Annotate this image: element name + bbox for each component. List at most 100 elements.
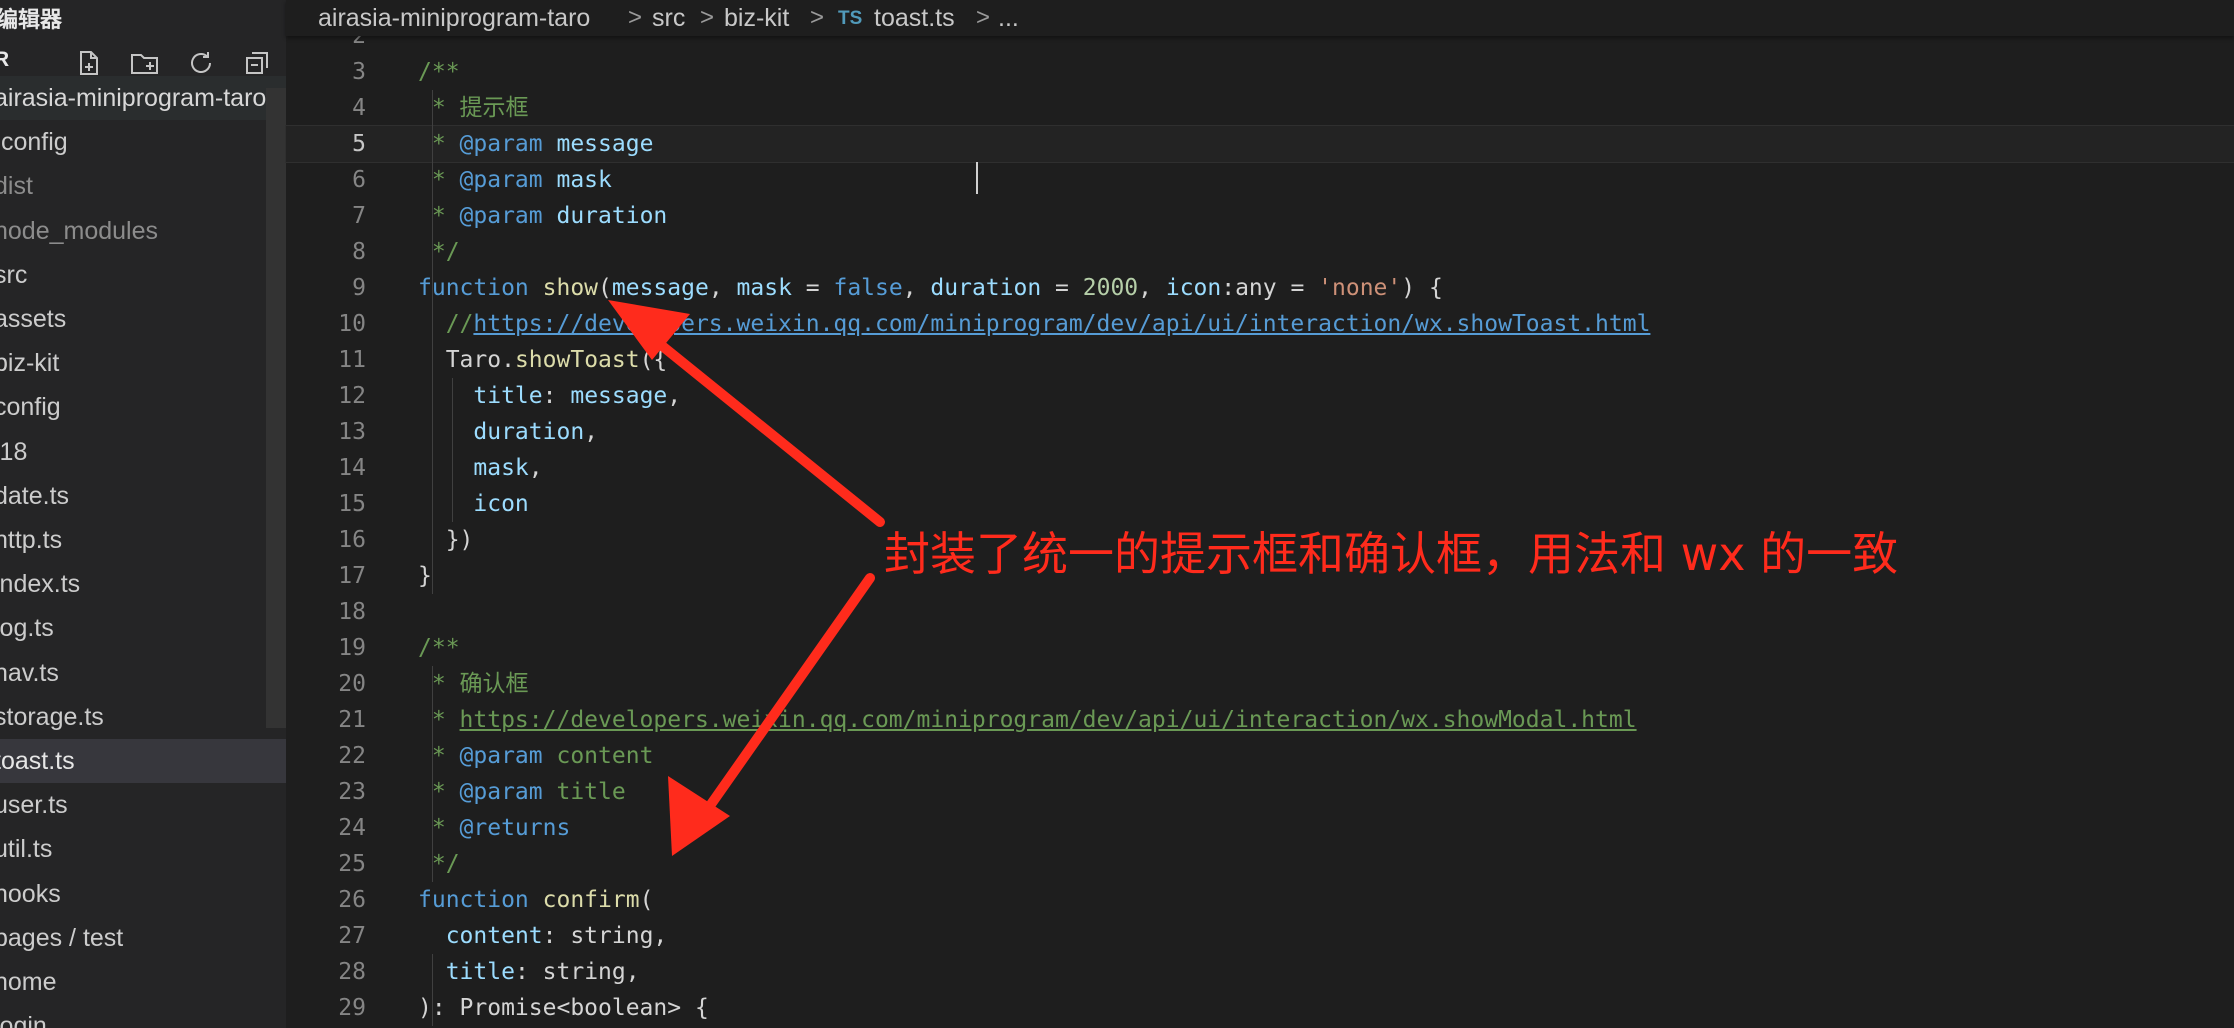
code-line[interactable]: 26 function confirm( (286, 882, 2234, 918)
breadcrumb-item-src[interactable]: src (652, 0, 685, 36)
line-code: * @param mask (418, 167, 612, 193)
line-code: * @param content (418, 743, 654, 769)
line-number: 23 (338, 779, 366, 805)
code-line[interactable]: 5 * @param message (285, 125, 2234, 163)
tree-item-label: user.ts (0, 791, 68, 820)
code-line[interactable]: 24 * @returns (286, 810, 2234, 846)
sidebar-scrollbar[interactable] (266, 88, 286, 728)
line-number: 21 (338, 707, 366, 733)
code-line[interactable]: 21 * https://developers.weixin.qq.com/mi… (286, 702, 2234, 738)
code-line[interactable]: 29): Promise<boolean> { (286, 990, 2234, 1026)
code-line[interactable]: 18 (286, 594, 2234, 630)
breadcrumb-item-symbols[interactable]: ... (998, 0, 1019, 36)
code-line[interactable]: 25 */ (286, 846, 2234, 882)
code-line[interactable]: 6 * @param mask (286, 162, 2234, 198)
refresh-icon[interactable] (184, 46, 218, 80)
tree-item[interactable]: login (0, 1004, 286, 1028)
tree-item[interactable]: user.ts (0, 783, 286, 827)
line-number: 7 (352, 203, 366, 229)
tree-item-label: util.ts (0, 835, 53, 864)
tree-item-label: assets (0, 305, 67, 333)
line-code: content: string, (445, 923, 668, 949)
code-line[interactable]: 23 * @param title (286, 774, 2234, 810)
line-code: * @param message (418, 131, 654, 157)
code-line[interactable]: 16 }) (286, 522, 2234, 558)
code-line[interactable]: 13 duration, (286, 414, 2234, 450)
line-number: 28 (338, 959, 366, 985)
breadcrumb-item-biz-kit[interactable]: biz-kit (724, 0, 789, 36)
tree-item[interactable]: dist (0, 164, 286, 208)
line-number: 15 (338, 491, 366, 517)
line-number: 13 (338, 419, 366, 445)
code-line[interactable]: 3 /** (286, 54, 2234, 90)
line-code: * 确认框 (418, 671, 529, 697)
tree-item[interactable]: src (0, 253, 286, 297)
breadcrumb-separator-icon: > (976, 4, 991, 31)
tree-item[interactable]: home (0, 960, 286, 1004)
tree-item[interactable]: util.ts (0, 827, 286, 871)
tree-item[interactable]: node_modules (0, 209, 286, 253)
collapse-all-icon[interactable] (240, 46, 274, 80)
indent-guide (452, 378, 453, 522)
code-line[interactable]: 19 /** (286, 630, 2234, 666)
code-line[interactable]: 9 function show(message, mask = false, du… (286, 270, 2234, 306)
breadcrumb: airasia-miniprogram-taro > src > biz-kit… (286, 0, 2234, 36)
scrollbar-thumb[interactable] (266, 88, 286, 728)
line-code: Taro.showToast({ (445, 347, 668, 373)
line-code: */ (418, 239, 460, 265)
breadcrumb-item-file[interactable]: toast.ts (874, 0, 955, 36)
line-number: 22 (338, 743, 366, 769)
line-number: 5 (352, 131, 366, 157)
tree-item-label: config (0, 393, 61, 422)
tree-item[interactable]: log.ts (0, 606, 286, 650)
tree-item[interactable]: http.ts (0, 518, 286, 562)
line-number: 16 (338, 527, 366, 553)
tree-item[interactable]: i18 (0, 430, 286, 474)
code-line[interactable]: 8 */ (286, 234, 2234, 270)
code-line[interactable]: 28 title: string, (286, 954, 2234, 990)
breadcrumb-item-root[interactable]: airasia-miniprogram-taro (318, 0, 590, 36)
tree-item[interactable]: hooks (0, 872, 286, 916)
line-number: 19 (338, 635, 366, 661)
tree-item[interactable]: airasia-miniprogram-taro (0, 76, 286, 120)
code-line[interactable]: 22 * @param content (286, 738, 2234, 774)
new-folder-icon[interactable] (128, 46, 162, 80)
tree-item-label: http.ts (0, 526, 63, 554)
code-line[interactable]: 14 mask, (286, 450, 2234, 486)
code-line[interactable]: 20 * 确认框 (286, 666, 2234, 702)
code-line[interactable]: 7 * @param duration (286, 198, 2234, 234)
line-code: function show(message, mask = false, dur… (418, 275, 1443, 301)
code-line[interactable]: 10 //https://developers.weixin.qq.com/mi… (286, 306, 2234, 342)
tree-item-label: index.ts (0, 570, 81, 599)
tree-item[interactable]: assets (0, 297, 286, 341)
tree-item[interactable]: date.ts (0, 474, 286, 518)
line-code: duration, (473, 419, 599, 445)
code-editor[interactable]: 2 3/** 4 * 提示框 5 * @param message 6 * @param… (285, 23, 2234, 1028)
line-code: /** (418, 59, 460, 85)
code-line[interactable]: 4 * 提示框 (286, 90, 2234, 126)
indent-guide (432, 666, 433, 882)
code-line[interactable]: 17} (286, 558, 2234, 594)
tree-item[interactable]: config (0, 385, 286, 429)
indent-guide (432, 270, 433, 594)
code-line[interactable]: 15 icon (286, 486, 2234, 522)
tree-item[interactable]: pages / test (0, 916, 286, 960)
line-number: 29 (338, 995, 366, 1021)
tree-item[interactable]: biz-kit (0, 341, 286, 385)
code-line[interactable]: 11 Taro.showToast({ (286, 342, 2234, 378)
line-code: } (418, 563, 432, 589)
tree-item[interactable]: toast.ts (0, 739, 286, 783)
code-line[interactable]: 12 title: message, (286, 378, 2234, 414)
tree-item-label: i18 (0, 437, 28, 466)
line-code: * @param title (418, 779, 626, 805)
tree-item[interactable]: .config (0, 120, 286, 164)
code-line[interactable]: 27 content: string, (286, 918, 2234, 954)
tree-item[interactable]: index.ts (0, 562, 286, 606)
tree-item[interactable]: nav.ts (0, 651, 286, 695)
sidebar-title: 编辑器 (0, 7, 63, 32)
line-code: //https://developers.weixin.qq.com/minip… (445, 311, 1651, 337)
tree-item[interactable]: storage.ts (0, 695, 286, 739)
tree-item-label: airasia-miniprogram-taro (0, 84, 267, 112)
new-file-icon[interactable] (72, 46, 106, 80)
text-cursor (976, 162, 978, 194)
